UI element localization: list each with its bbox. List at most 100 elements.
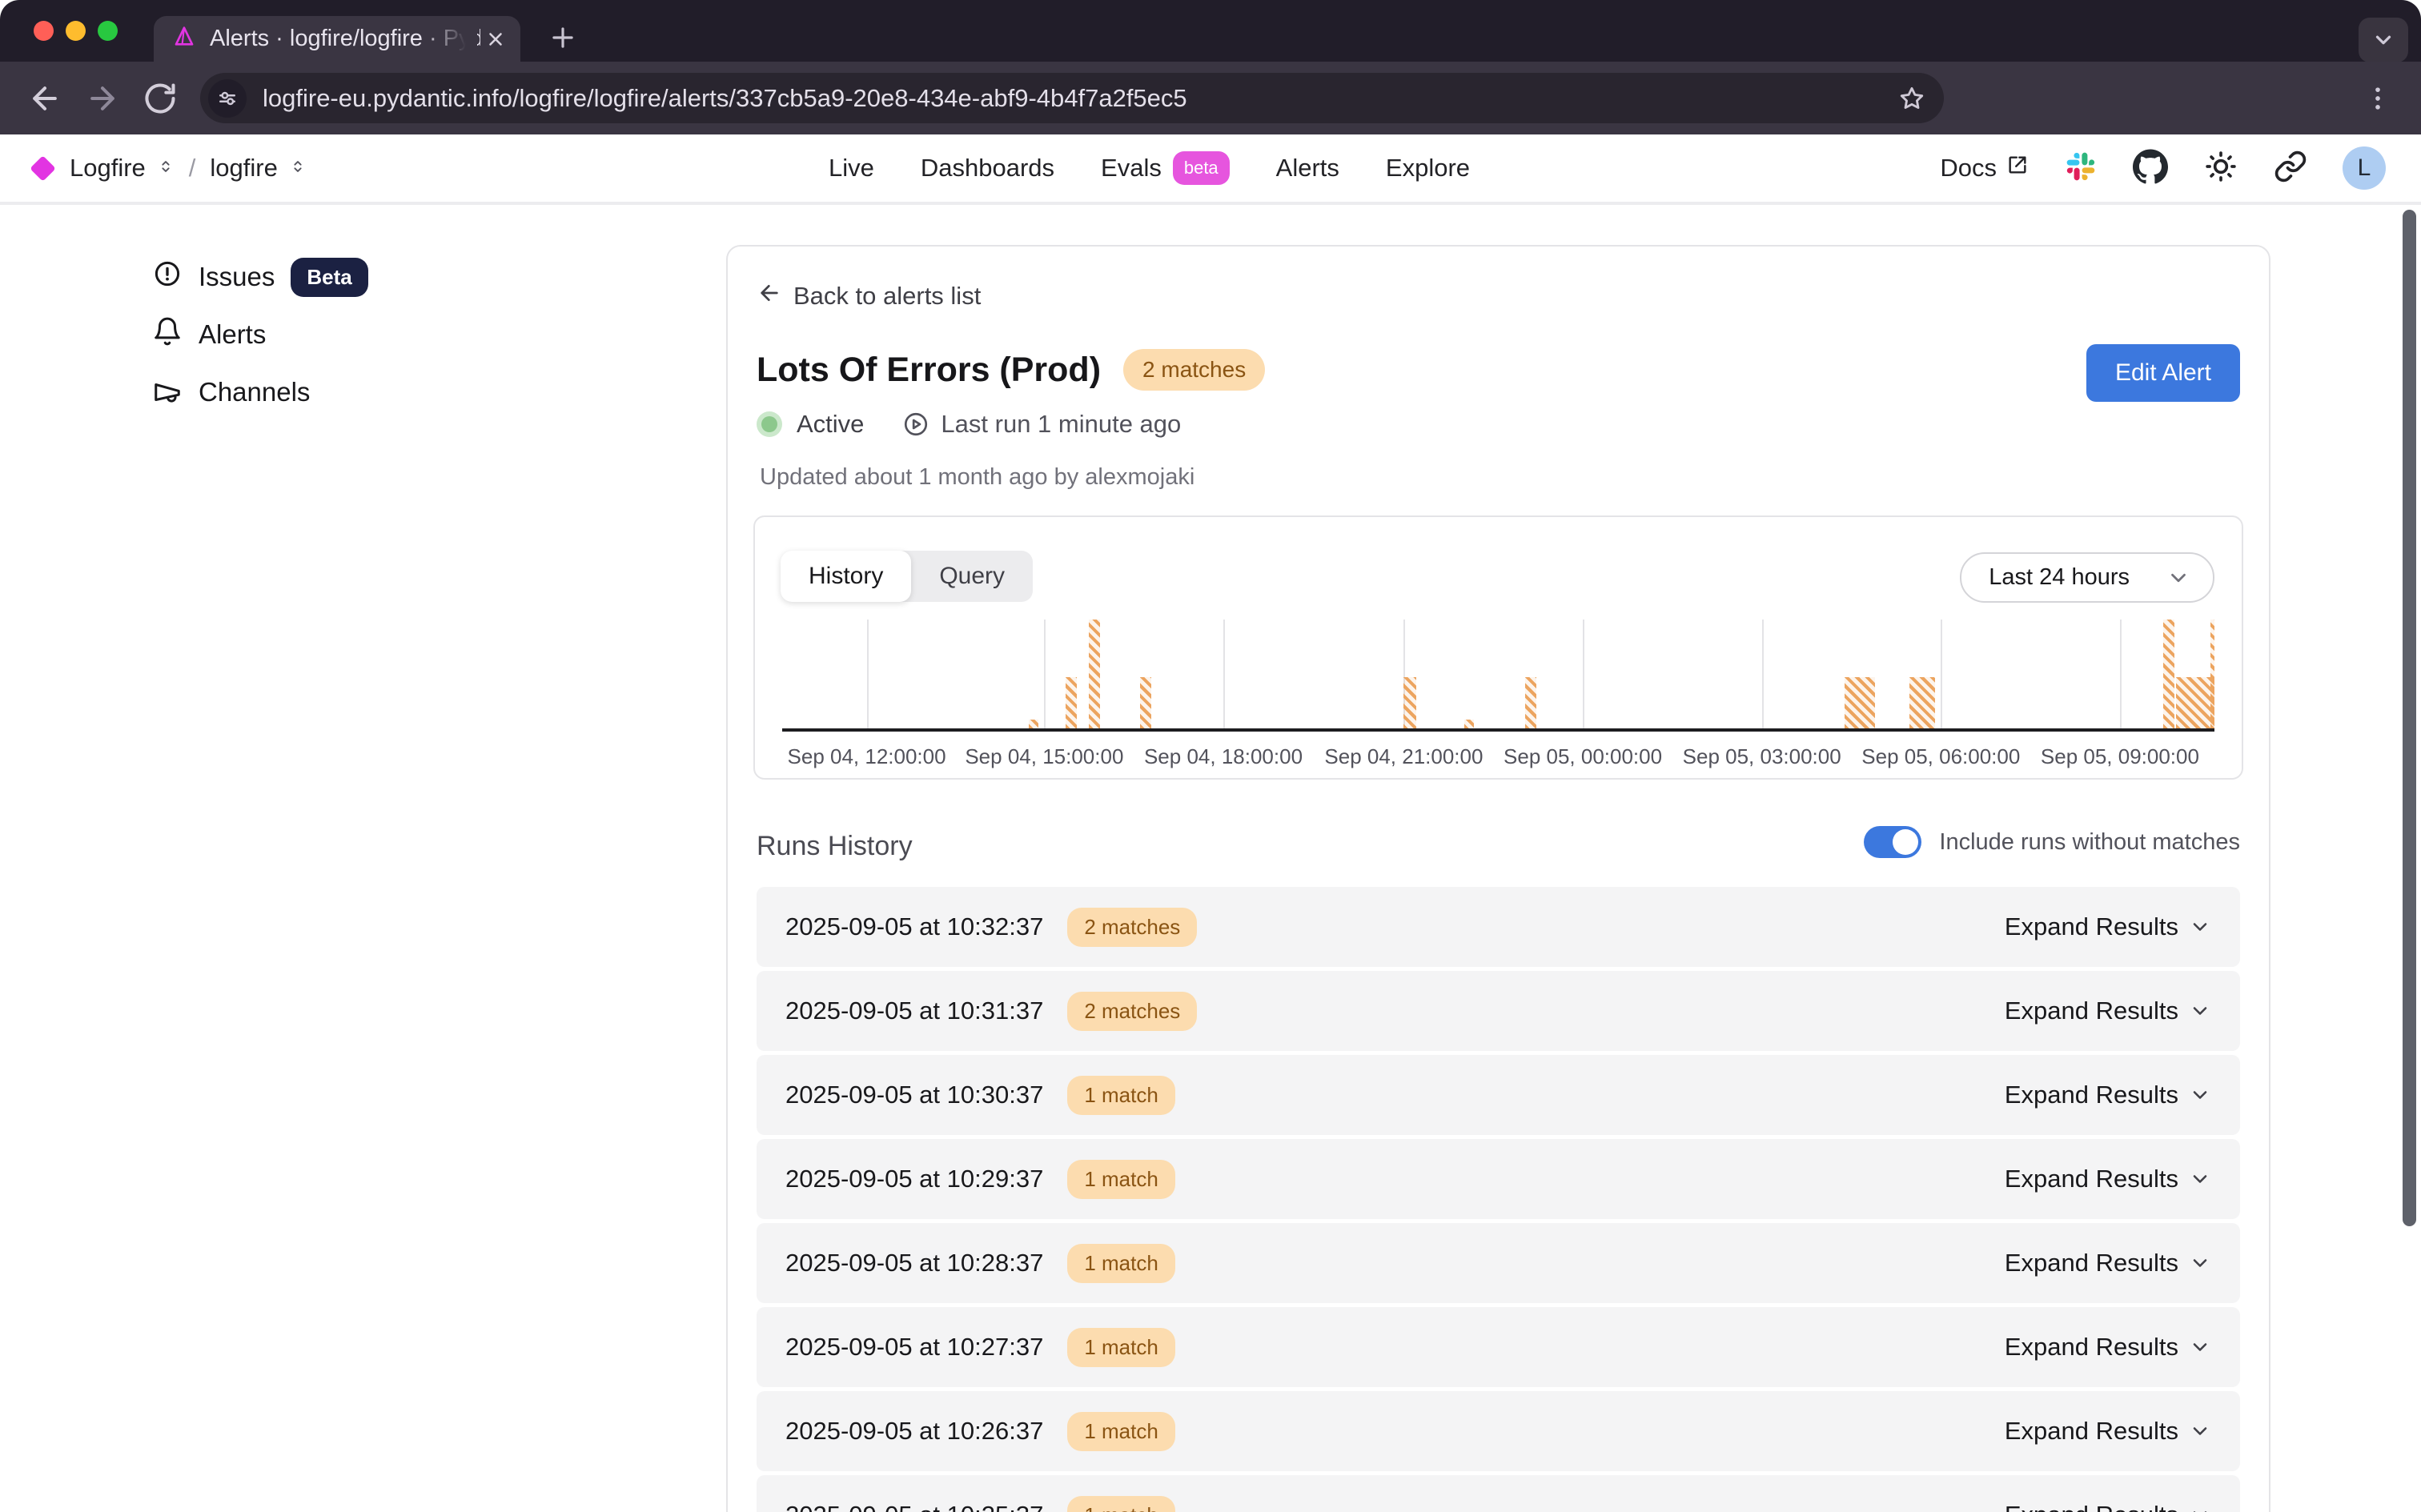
nav-live[interactable]: Live [829,154,874,182]
chart-x-tick-label: Sep 04, 15:00:00 [965,744,1123,769]
expand-results-button[interactable]: Expand Results [2005,997,2211,1025]
include-runs-toggle[interactable] [1864,826,1921,858]
run-row[interactable]: 2025-09-05 at 10:31:37 2 matches Expand … [757,971,2240,1051]
chart-gridline [867,620,869,728]
bell-icon [152,316,183,353]
minimize-window-button[interactable] [66,21,86,41]
breadcrumb: Logfire / logfire [27,134,307,202]
expand-results-button[interactable]: Expand Results [2005,1501,2211,1512]
runs-history-heading: Runs History [757,831,913,862]
org-selector-chevrons-icon[interactable] [157,156,175,181]
sidebar-item-alerts[interactable]: Alerts [152,312,266,357]
edit-alert-button[interactable]: Edit Alert [2086,344,2240,402]
chart-bar [2176,677,2214,728]
expand-results-button[interactable]: Expand Results [2005,1333,2211,1362]
run-row[interactable]: 2025-09-05 at 10:28:37 1 match Expand Re… [757,1223,2240,1303]
project-selector-chevrons-icon[interactable] [289,156,307,181]
docs-link[interactable]: Docs [1940,154,2029,182]
back-button[interactable] [27,81,62,116]
run-row[interactable]: 2025-09-05 at 10:32:37 2 matches Expand … [757,887,2240,967]
share-link-icon[interactable] [2274,150,2307,187]
chevron-down-icon [2189,1084,2211,1106]
slack-icon[interactable] [2064,150,2098,187]
history-panel: History Query Last 24 hours Sep 04, 12:0… [753,515,2243,780]
chevron-down-icon [2166,566,2190,590]
play-circle-icon [902,411,929,438]
run-row[interactable]: 2025-09-05 at 10:29:37 1 match Expand Re… [757,1139,2240,1219]
run-timestamp: 2025-09-05 at 10:32:37 [785,912,1043,941]
run-row[interactable]: 2025-09-05 at 10:25:37 1 match Expand Re… [757,1475,2240,1512]
issues-alert-icon [152,259,183,295]
run-match-count-badge: 1 match [1067,1076,1175,1115]
user-avatar[interactable]: L [2343,146,2386,190]
url-bar[interactable]: logfire-eu.pydantic.info/logfire/logfire… [200,73,1944,123]
tab-history[interactable]: History [781,551,911,602]
browser-window: Alerts · logfire/logfire · Pydant logfi [0,0,2421,1512]
sidebar-item-channels[interactable]: Channels [152,370,310,415]
reload-button[interactable] [143,81,178,116]
run-timestamp: 2025-09-05 at 10:31:37 [785,997,1043,1025]
run-match-count-badge: 1 match [1067,1328,1175,1367]
forward-button[interactable] [85,81,120,116]
history-chart-plot [782,620,2214,732]
updated-label: Updated about 1 month ago by alexmojaki [760,464,1194,491]
chart-gridline [1044,620,1046,728]
include-runs-toggle-label: Include runs without matches [1939,829,2240,856]
new-tab-button[interactable] [548,22,578,53]
history-query-tabs: History Query [781,551,1033,602]
page-scrollbar[interactable] [2403,210,2416,1226]
active-status-label: Active [797,410,864,439]
nav-evals[interactable]: Evals beta [1101,151,1230,185]
expand-results-button[interactable]: Expand Results [2005,912,2211,941]
expand-results-button[interactable]: Expand Results [2005,1165,2211,1193]
nav-alerts[interactable]: Alerts [1276,154,1339,182]
run-row[interactable]: 2025-09-05 at 10:26:37 1 match Expand Re… [757,1391,2240,1471]
theme-sun-icon[interactable] [2203,149,2238,188]
nav-right-actions: Docs L [1940,134,2386,202]
run-match-count-badge: 2 matches [1067,992,1197,1031]
chart-x-tick-label: Sep 05, 03:00:00 [1683,744,1841,769]
project-selector[interactable]: logfire [210,154,277,182]
tab-query[interactable]: Query [911,551,1033,602]
run-match-count-badge: 1 match [1067,1244,1175,1283]
page-content: Issues Beta Alerts Channels Back to aler… [0,205,2421,1512]
chart-bar [1403,677,1416,728]
run-row[interactable]: 2025-09-05 at 10:30:37 1 match Expand Re… [757,1055,2240,1135]
bookmark-star-icon[interactable] [1897,84,1926,113]
browser-menu-icon[interactable] [2362,82,2394,114]
chart-bar [1525,677,1536,728]
org-selector[interactable]: Logfire [70,154,146,182]
nav-dashboards[interactable]: Dashboards [921,154,1054,182]
github-icon[interactable] [2133,149,2168,188]
chevron-down-icon [2189,1336,2211,1358]
chart-bar [2163,620,2174,728]
issues-beta-badge: Beta [291,258,367,297]
time-range-dropdown[interactable]: Last 24 hours [1960,552,2214,603]
run-row[interactable]: 2025-09-05 at 10:27:37 1 match Expand Re… [757,1307,2240,1387]
external-link-icon [2006,154,2029,182]
tab-close-icon[interactable] [485,29,506,50]
nav-explore[interactable]: Explore [1386,154,1470,182]
site-settings-icon[interactable] [208,79,247,118]
expand-results-button[interactable]: Expand Results [2005,1249,2211,1277]
chevron-down-icon [2189,1000,2211,1022]
close-window-button[interactable] [34,21,54,41]
chart-x-tick-label: Sep 05, 09:00:00 [2041,744,2199,769]
chevron-down-icon [2189,1504,2211,1512]
url-text[interactable]: logfire-eu.pydantic.info/logfire/logfire… [263,84,1897,113]
chevron-down-icon [2189,1420,2211,1442]
expand-results-button[interactable]: Expand Results [2005,1417,2211,1446]
alert-matches-badge: 2 matches [1123,349,1265,391]
run-timestamp: 2025-09-05 at 10:27:37 [785,1333,1043,1362]
fullscreen-window-button[interactable] [98,21,118,41]
sidebar-item-issues[interactable]: Issues Beta [152,255,368,299]
chart-x-tick-label: Sep 05, 06:00:00 [1861,744,2020,769]
back-to-alerts-link[interactable]: Back to alerts list [757,280,981,312]
chart-gridline [1223,620,1225,728]
expand-results-button[interactable]: Expand Results [2005,1081,2211,1109]
chart-gridline [1941,620,1942,728]
run-timestamp: 2025-09-05 at 10:25:37 [785,1501,1043,1512]
tab-search-button[interactable] [2359,18,2408,62]
last-run-label: Last run 1 minute ago [941,410,1181,439]
browser-tab[interactable]: Alerts · logfire/logfire · Pydant [154,16,520,62]
